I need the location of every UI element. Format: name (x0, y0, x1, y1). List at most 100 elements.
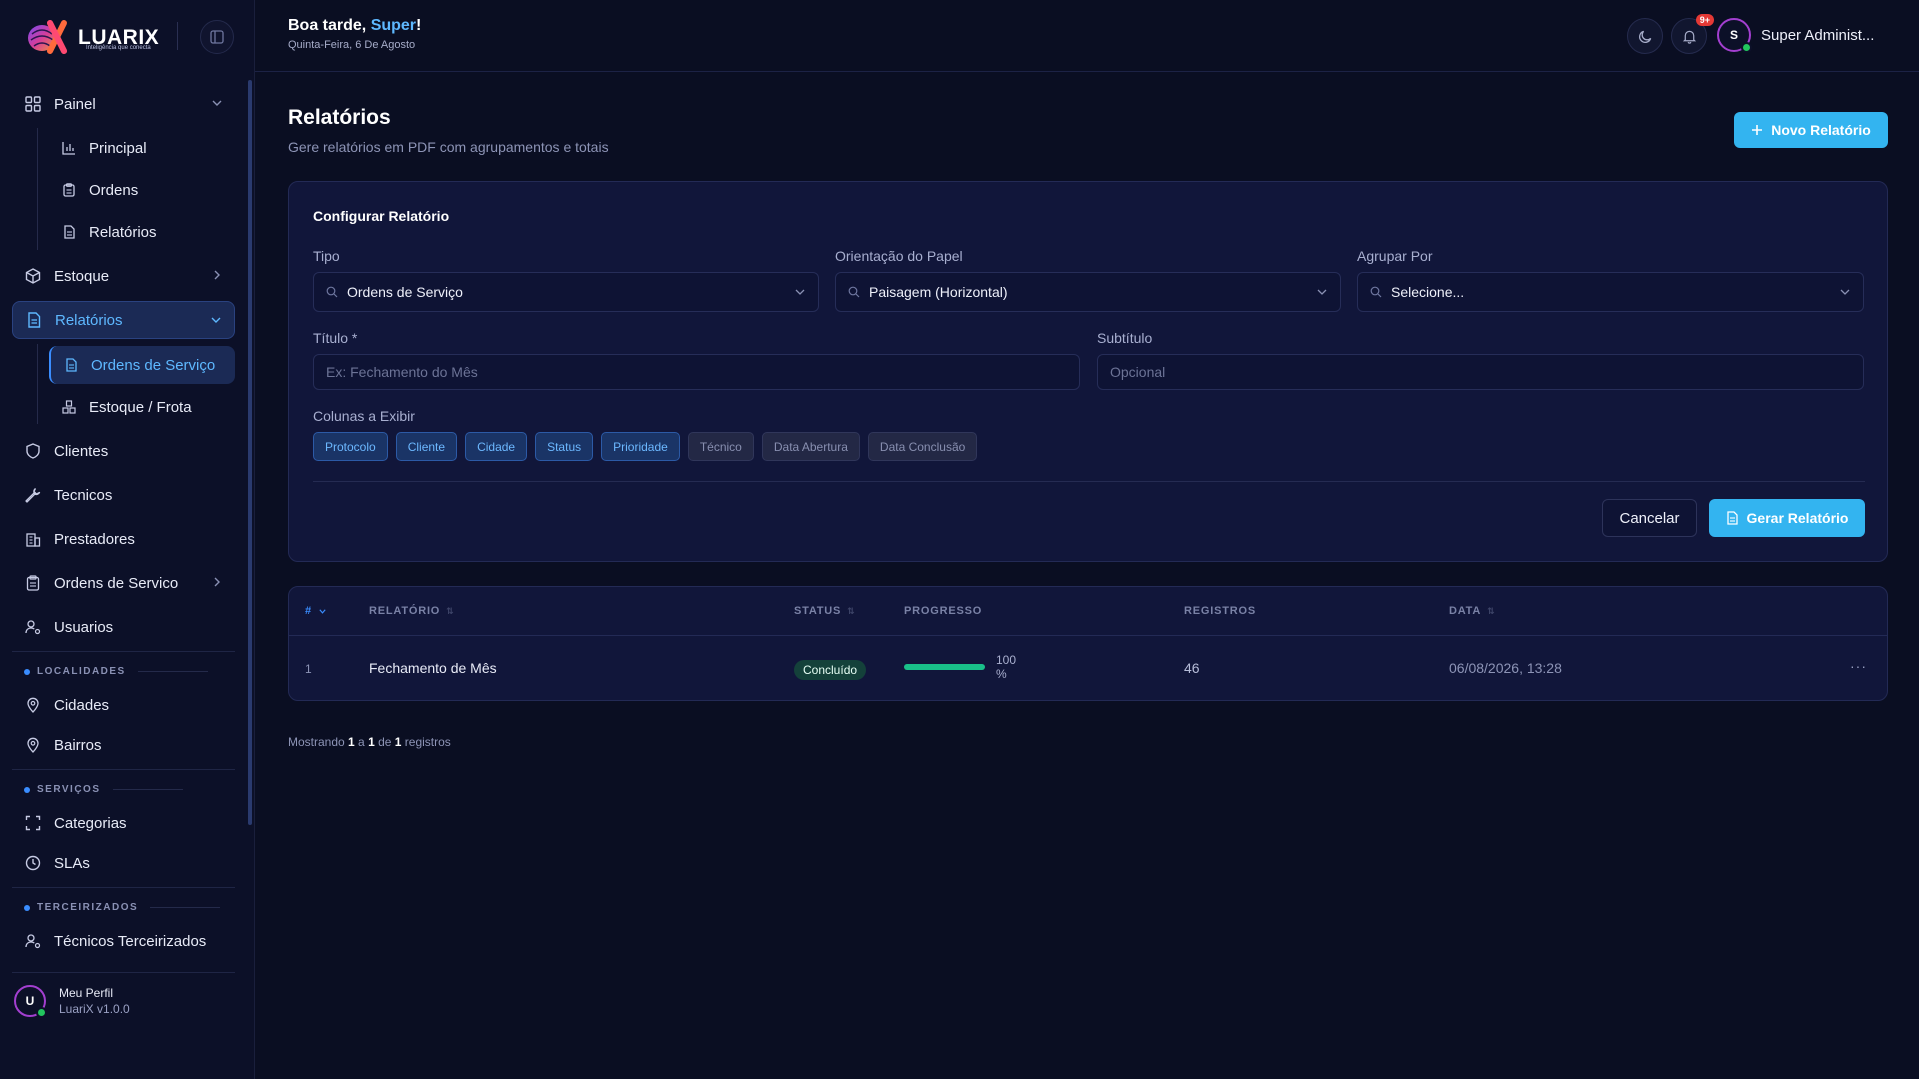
sidebar-subitem-relatorios[interactable]: Relatórios (49, 213, 235, 251)
sidebar-item-bairros[interactable]: Bairros (12, 726, 235, 764)
section-label-servicos: SERVIÇOS (24, 784, 183, 795)
sidebar-item-estoque[interactable]: Estoque (12, 257, 235, 295)
col-header-relatorio[interactable]: RELATÓRIO ⇅ (369, 605, 455, 617)
section-line (137, 671, 208, 672)
generate-report-button[interactable]: Gerar Relatório (1709, 499, 1865, 537)
user-name: Super Administ... (1761, 26, 1875, 44)
logo-icon (28, 20, 67, 54)
theme-toggle-button[interactable] (1627, 18, 1663, 54)
sidebar-item-tecnicos[interactable]: Tecnicos (12, 476, 235, 514)
col-header-label: STATUS (794, 605, 842, 617)
panel-left-icon (210, 30, 224, 44)
progress-fill (904, 664, 985, 670)
column-chip-data-conclusao[interactable]: Data Conclusão (867, 432, 978, 461)
search-icon (848, 286, 860, 298)
new-report-button[interactable]: Novo Relatório (1734, 112, 1888, 148)
subtitulo-input[interactable] (1097, 354, 1864, 390)
col-header-data[interactable]: DATA ⇅ (1449, 605, 1495, 617)
tipo-value: Ordens de Serviço (347, 284, 463, 300)
sidebar-item-ordens-de-servico[interactable]: Ordens de Servico (12, 564, 235, 602)
sidebar-item-label: SLAs (54, 854, 90, 872)
sidebar-item-slas[interactable]: SLAs (12, 844, 235, 882)
reports-table: # RELATÓRIO ⇅ STATUS ⇅ PROGRESSO REGISTROS… (288, 586, 1888, 701)
page-subtitle: Gere relatórios em PDF com agrupamentos … (288, 139, 609, 155)
agrupar-value: Selecione... (1391, 284, 1465, 300)
brand-logo[interactable]: LUARIX Inteligência que conecta (22, 18, 159, 56)
sidebar-subitem-label: Relatórios (89, 223, 157, 241)
sidebar-item-categorias[interactable]: Categorias (12, 804, 235, 842)
pagination-sep: a (354, 735, 369, 749)
generate-report-label: Gerar Relatório (1746, 510, 1849, 526)
file-icon (61, 224, 77, 240)
section-label-terceirizados: TERCEIRIZADOS (24, 902, 221, 913)
column-chip-prioridade[interactable]: Prioridade (601, 432, 680, 461)
sidebar-item-label: Painel (54, 95, 96, 113)
sidebar-collapse-button[interactable] (200, 20, 234, 54)
brand-tagline: Inteligência que conecta (86, 45, 151, 51)
chevron-down-icon (212, 100, 222, 106)
col-header-label: REGISTROS (1184, 605, 1256, 617)
col-header-label: PROGRESSO (904, 605, 983, 617)
row-actions-button[interactable]: ··· (1850, 658, 1867, 674)
sidebar-divider (12, 887, 235, 888)
col-header-num[interactable]: # (305, 605, 327, 617)
sidebar-subitem-ordens-de-servico[interactable]: Ordens de Serviço (49, 346, 235, 384)
sort-icon: ⇅ (1487, 605, 1496, 616)
colunas-label: Colunas a Exibir (313, 408, 415, 424)
profile-menu[interactable]: U Meu Perfil LuariX v1.0.0 (14, 985, 130, 1018)
column-chip-cidade[interactable]: Cidade (465, 432, 528, 461)
notifications-button[interactable]: 9+ (1671, 14, 1714, 54)
sidebar-item-clientes[interactable]: Clientes (12, 432, 235, 470)
user-menu[interactable]: S Super Administ... (1717, 18, 1875, 53)
row-num: 1 (305, 662, 312, 676)
sidebar-divider (12, 769, 235, 770)
section-dot (24, 786, 30, 793)
agrupar-select[interactable]: Selecione... (1357, 272, 1864, 312)
section-dot (24, 904, 30, 911)
sidebar-item-usuarios[interactable]: Usuarios (12, 608, 235, 646)
cancel-button[interactable]: Cancelar (1602, 499, 1697, 537)
tipo-label: Tipo (313, 248, 340, 264)
sidebar-item-painel[interactable]: Painel (12, 85, 235, 123)
sidebar-item-tecnicos-terceirizados[interactable]: Técnicos Terceirizados (12, 922, 235, 960)
col-header-status[interactable]: STATUS ⇅ (794, 605, 856, 617)
card-divider (313, 481, 1865, 482)
col-header-progresso: PROGRESSO (904, 605, 982, 617)
column-chip-cliente[interactable]: Cliente (395, 432, 458, 461)
status-badge: Concluído (794, 660, 867, 680)
titulo-input[interactable] (313, 354, 1080, 390)
package-icon (24, 267, 42, 285)
sidebar-subitem-estoque-frota[interactable]: Estoque / Frota (49, 388, 235, 426)
sidebar-subitem-label: Ordens (89, 181, 139, 199)
current-date: Quinta-Feira, 6 De Agosto (288, 39, 416, 51)
sidebar-item-label: Usuarios (54, 618, 114, 636)
clipboard-icon (61, 182, 77, 198)
sidebar-subitem-principal[interactable]: Principal (49, 129, 235, 167)
row-registros: 46 (1184, 660, 1200, 676)
boxes-icon (61, 399, 77, 415)
column-chip-data-abertura[interactable]: Data Abertura (761, 432, 860, 461)
grid-icon (24, 95, 42, 113)
tipo-select[interactable]: Ordens de Serviço (313, 272, 819, 312)
building-icon (24, 530, 42, 548)
sidebar-subitem-ordens[interactable]: Ordens (49, 171, 235, 209)
column-chip-protocolo[interactable]: Protocolo (313, 432, 388, 461)
orientacao-select[interactable]: Paisagem (Horizontal) (835, 272, 1341, 312)
sidebar-item-prestadores[interactable]: Prestadores (12, 520, 235, 558)
section-dot (24, 668, 30, 675)
sidebar-item-cidades[interactable]: Cidades (12, 686, 235, 724)
sidebar-item-label: Bairros (54, 736, 102, 754)
column-chip-status[interactable]: Status (535, 432, 594, 461)
section-label-text: SERVIÇOS (37, 784, 101, 795)
online-indicator (36, 1007, 47, 1018)
section-label-text: TERCEIRIZADOS (37, 902, 139, 913)
column-chip-tecnico[interactable]: Técnico (687, 432, 754, 461)
greeting-name: Super (370, 17, 417, 34)
user-avatar: S (1717, 18, 1752, 53)
sidebar-item-relatorios[interactable]: Relatórios (12, 301, 235, 339)
pagination-to: 1 (368, 735, 375, 749)
user-avatar-initial: S (1729, 28, 1738, 42)
sidebar-item-label: Prestadores (54, 530, 135, 548)
bar-chart-icon (61, 140, 77, 156)
sidebar-scrollbar[interactable] (248, 80, 252, 825)
